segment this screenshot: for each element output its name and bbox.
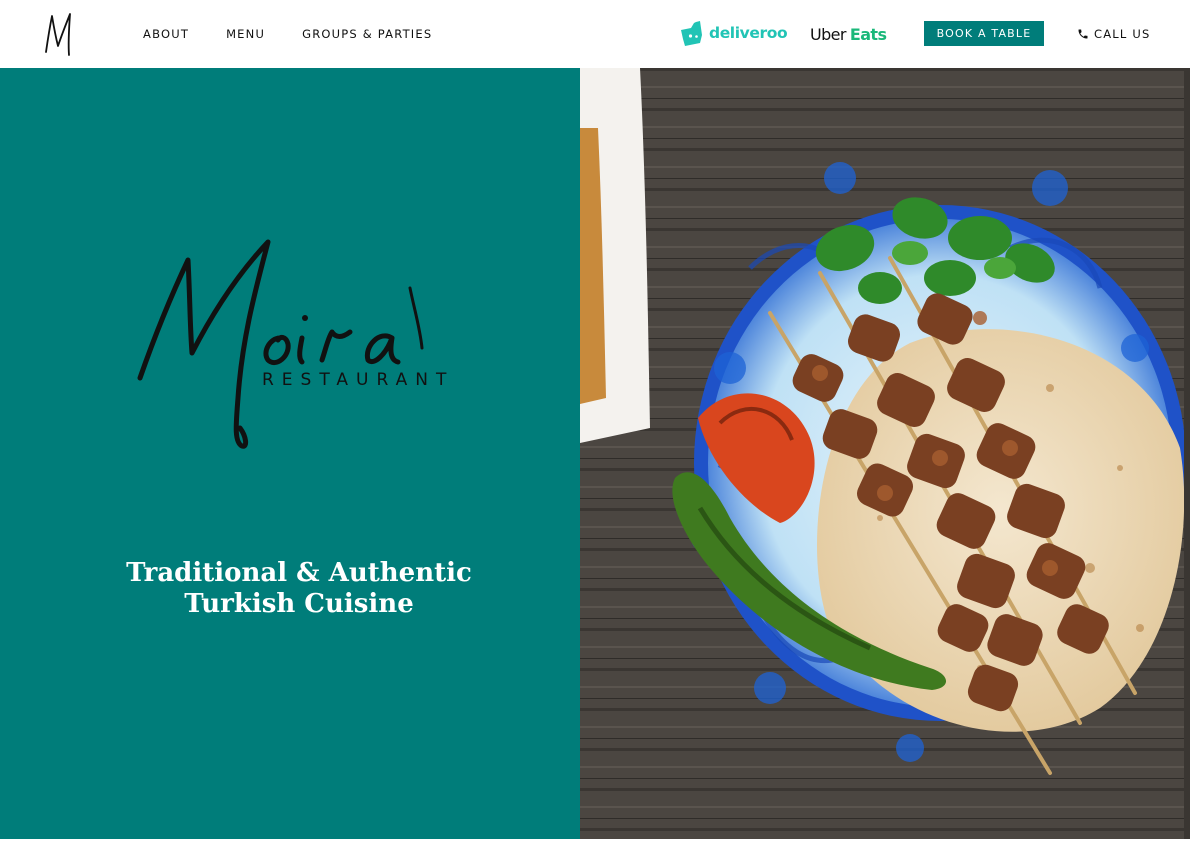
nav-about-link[interactable]: ABOUT <box>143 27 189 41</box>
eats-wordmark: Eats <box>849 24 887 44</box>
nav-menu-link[interactable]: MENU <box>226 27 265 41</box>
book-table-button[interactable]: BOOK A TABLE <box>924 21 1044 46</box>
moira-script-logo <box>137 239 424 449</box>
call-us-label: CALL US <box>1094 27 1151 41</box>
nav-groups-link[interactable]: GROUPS & PARTIES <box>302 27 432 41</box>
hero-tagline: Traditional & Authentic Turkish Cuisine <box>0 558 598 620</box>
site-header: ABOUT MENU GROUPS & PARTIES deliveroo Ub… <box>0 0 1190 68</box>
uber-wordmark: Uber <box>810 24 846 44</box>
deliveroo-kangaroo-icon <box>681 20 702 46</box>
main-nav: ABOUT MENU GROUPS & PARTIES <box>143 0 469 68</box>
tagline-line-2: Turkish Cuisine <box>184 589 414 619</box>
kebab-plate-image <box>580 68 1190 839</box>
phone-icon <box>1078 29 1088 39</box>
hero-food-photo <box>580 68 1190 839</box>
tagline-line-1: Traditional & Authentic <box>126 558 472 588</box>
hero-brand-panel: RESTAURANT Traditional & Authentic Turki… <box>0 68 580 839</box>
call-us-link[interactable]: CALL US <box>1077 24 1150 44</box>
uber-eats-link[interactable]: Uber Eats <box>810 23 887 45</box>
deliveroo-link[interactable]: deliveroo <box>681 20 788 46</box>
bottom-strip <box>0 839 1190 853</box>
brand-subtitle: RESTAURANT <box>262 370 455 390</box>
deliveroo-wordmark: deliveroo <box>709 24 788 42</box>
